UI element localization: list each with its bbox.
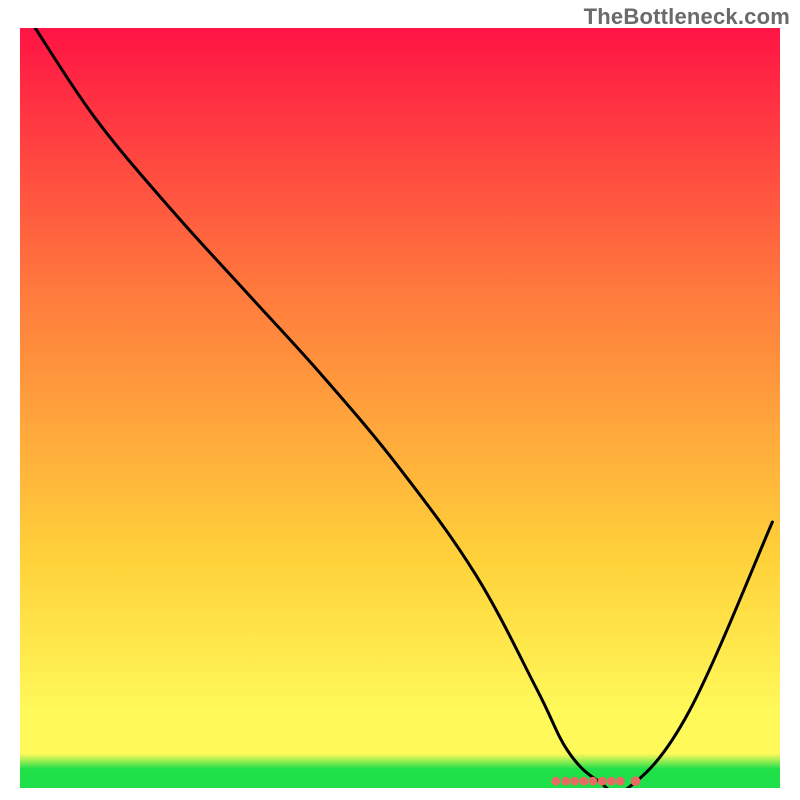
chart-stage: TheBottleneck.com bbox=[0, 0, 800, 800]
minimum-marker-dot bbox=[598, 777, 607, 786]
minimum-marker-dot bbox=[551, 777, 560, 786]
minimum-marker-dot bbox=[589, 777, 598, 786]
chart-plot-area bbox=[20, 28, 780, 788]
minimum-marker-dot bbox=[570, 777, 579, 786]
minimum-marker-dot bbox=[607, 777, 616, 786]
minimum-marker-dot bbox=[616, 777, 625, 786]
minimum-marker-dot bbox=[580, 777, 589, 786]
minimum-marker-dot bbox=[631, 776, 641, 786]
minimum-marker-dot bbox=[561, 777, 570, 786]
watermark-label: TheBottleneck.com bbox=[584, 4, 790, 30]
gradient-background bbox=[20, 28, 780, 788]
bottleneck-curve-chart bbox=[20, 28, 780, 788]
